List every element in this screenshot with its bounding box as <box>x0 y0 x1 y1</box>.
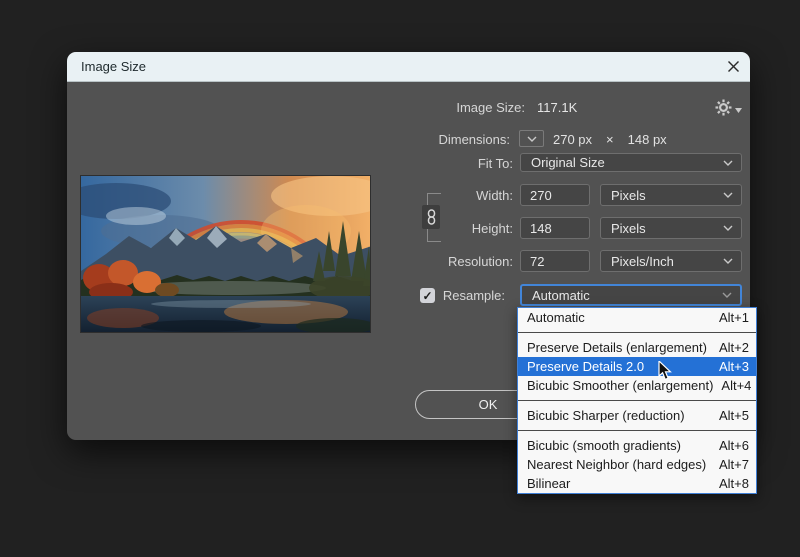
dimensions-label: Dimensions: <box>380 132 510 147</box>
resample-menu-item[interactable]: Automatic Alt+1 <box>518 308 756 327</box>
image-preview <box>80 175 371 333</box>
menu-item-shortcut: Alt+4 <box>721 378 751 393</box>
menu-item-shortcut: Alt+6 <box>719 438 749 453</box>
resample-menu-item[interactable]: Bicubic Smoother (enlargement) Alt+4 <box>518 376 756 395</box>
menu-item-label: Preserve Details 2.0 <box>527 359 644 374</box>
resolution-unit-value: Pixels/Inch <box>611 254 674 269</box>
menu-item-label: Bicubic (smooth gradients) <box>527 438 681 453</box>
chevron-down-icon <box>723 225 733 231</box>
dimensions-height: 148 px <box>628 132 667 147</box>
dimensions-value: 270 px × 148 px <box>553 132 667 147</box>
resample-menu-item[interactable]: Bicubic Sharper (reduction) Alt+5 <box>518 406 756 425</box>
dialog-title: Image Size <box>67 59 146 74</box>
menu-item-label: Nearest Neighbor (hard edges) <box>527 457 706 472</box>
resolution-unit-select[interactable]: Pixels/Inch <box>600 250 742 272</box>
chevron-down-icon <box>723 258 733 264</box>
dimensions-width: 270 px <box>553 132 592 147</box>
resample-menu-item[interactable]: Preserve Details 2.0 Alt+3 <box>518 357 756 376</box>
close-icon <box>727 60 740 73</box>
fit-to-select[interactable]: Original Size <box>520 153 742 172</box>
resample-menu-item[interactable]: Bilinear Alt+8 <box>518 474 756 493</box>
fit-to-value: Original Size <box>531 155 605 170</box>
menu-item-shortcut: Alt+3 <box>719 359 749 374</box>
landscape-thumbnail <box>81 176 371 333</box>
menu-separator <box>518 395 756 406</box>
resample-menu-item[interactable]: Bicubic (smooth gradients) Alt+6 <box>518 436 756 455</box>
menu-item-shortcut: Alt+5 <box>719 408 749 423</box>
image-size-label: Image Size: <box>395 100 525 115</box>
image-size-value: 117.1K <box>537 100 577 115</box>
chevron-down-icon <box>723 192 733 198</box>
menu-separator <box>518 327 756 338</box>
menu-separator <box>518 425 756 436</box>
ok-button-label: OK <box>479 397 498 412</box>
mouse-cursor <box>658 361 672 381</box>
width-label: Width: <box>383 188 513 203</box>
menu-item-shortcut: Alt+7 <box>719 457 749 472</box>
dimensions-unit-button[interactable] <box>519 130 544 147</box>
height-input[interactable] <box>520 217 590 239</box>
resample-menu: Automatic Alt+1 Preserve Details (enlargem… <box>517 307 757 494</box>
chevron-down-icon <box>722 292 732 298</box>
fit-to-label: Fit To: <box>383 156 513 171</box>
menu-item-label: Bilinear <box>527 476 570 491</box>
resolution-label: Resolution: <box>383 254 513 269</box>
menu-item-shortcut: Alt+8 <box>719 476 749 491</box>
gear-menu-button[interactable] <box>715 97 745 117</box>
width-input[interactable] <box>520 184 590 206</box>
menu-item-label: Bicubic Smoother (enlargement) <box>527 378 713 393</box>
width-unit-value: Pixels <box>611 188 646 203</box>
resample-menu-item[interactable]: Preserve Details (enlargement) Alt+2 <box>518 338 756 357</box>
height-unit-select[interactable]: Pixels <box>600 217 742 239</box>
dialog-titlebar[interactable]: Image Size <box>67 52 750 82</box>
chevron-down-icon <box>723 160 733 166</box>
height-label: Height: <box>383 221 513 236</box>
height-unit-value: Pixels <box>611 221 646 236</box>
chevron-down-icon <box>527 136 537 142</box>
resample-value: Automatic <box>532 288 590 303</box>
gear-icon <box>715 99 732 116</box>
menu-item-label: Automatic <box>527 310 585 325</box>
close-button[interactable] <box>716 52 750 82</box>
screen: Image Size <box>0 0 800 557</box>
menu-item-label: Bicubic Sharper (reduction) <box>527 408 685 423</box>
resolution-input[interactable] <box>520 250 590 272</box>
menu-item-shortcut: Alt+2 <box>719 340 749 355</box>
gear-caret-icon <box>735 108 742 113</box>
width-unit-select[interactable]: Pixels <box>600 184 742 206</box>
menu-item-shortcut: Alt+1 <box>719 310 749 325</box>
dimensions-times: × <box>606 132 614 147</box>
resample-menu-item[interactable]: Nearest Neighbor (hard edges) Alt+7 <box>518 455 756 474</box>
resample-label: Resample: <box>383 288 505 303</box>
resample-select[interactable]: Automatic <box>520 284 742 306</box>
menu-item-label: Preserve Details (enlargement) <box>527 340 707 355</box>
